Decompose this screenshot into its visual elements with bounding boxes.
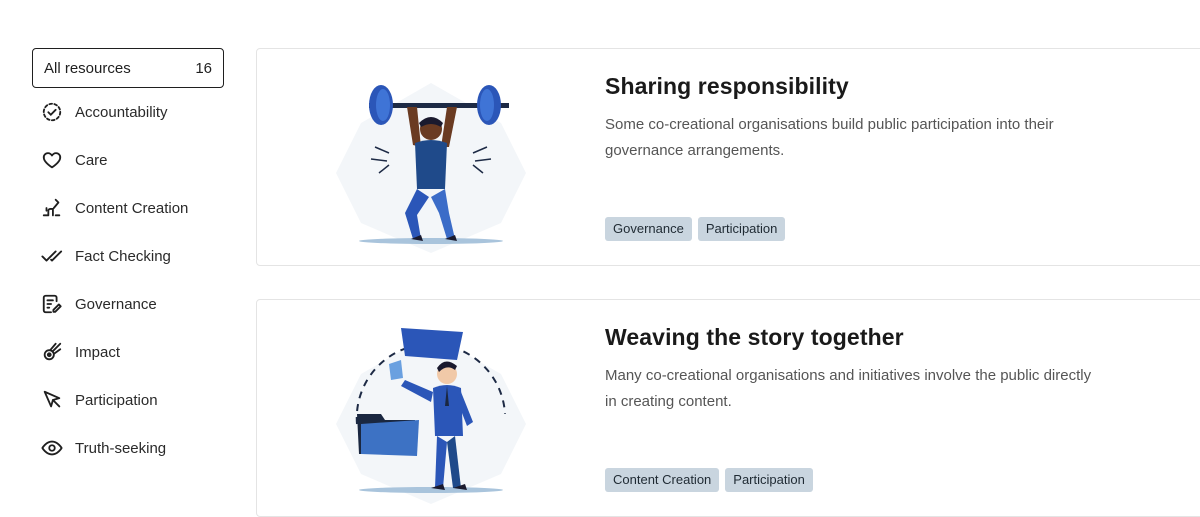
double-check-icon: [40, 244, 64, 268]
filter-all-label: All resources: [44, 59, 131, 77]
document-pen-icon: [40, 292, 64, 316]
weightlifter-illustration: [336, 83, 526, 253]
filter-item-participation[interactable]: Participation: [32, 376, 224, 424]
resource-filter-sidebar: All resources 16 Accountability Care Con…: [32, 48, 224, 472]
eye-icon: [40, 436, 64, 460]
filter-item-fact-checking[interactable]: Fact Checking: [32, 232, 224, 280]
tag-content-creation[interactable]: Content Creation: [605, 468, 720, 492]
filter-item-impact[interactable]: Impact: [32, 328, 224, 376]
filter-item-label: Impact: [75, 343, 121, 361]
filter-item-label: Fact Checking: [75, 247, 171, 265]
card-content: Weaving the story together Many co-creat…: [605, 324, 1165, 415]
cursor-arrow-icon: [40, 388, 64, 412]
filter-item-care[interactable]: Care: [32, 136, 224, 184]
filter-all-resources[interactable]: All resources 16: [32, 48, 224, 88]
filter-item-governance[interactable]: Governance: [32, 280, 224, 328]
filter-item-content-creation[interactable]: Content Creation: [32, 184, 224, 232]
filter-item-label: Accountability: [75, 103, 168, 121]
heart-icon: [40, 148, 64, 172]
filter-item-accountability[interactable]: Accountability: [32, 88, 224, 136]
filter-all-count: 16: [195, 59, 212, 77]
tag-participation[interactable]: Participation: [697, 217, 786, 241]
card-description: Many co-creational organisations and ini…: [605, 367, 1092, 410]
filter-item-label: Content Creation: [75, 199, 189, 217]
content-creator-illustration: [336, 328, 526, 504]
card-description: Some co-creational organisations build p…: [605, 116, 1054, 159]
filter-item-label: Participation: [75, 391, 158, 409]
dashed-check-circle-icon: [40, 100, 64, 124]
card-title[interactable]: Sharing responsibility: [605, 73, 1165, 100]
resource-card-sharing-responsibility[interactable]: Sharing responsibility Some co-creationa…: [256, 48, 1200, 266]
hand-pen-icon: [40, 196, 64, 220]
tag-participation[interactable]: Participation: [725, 468, 813, 492]
filter-item-label: Governance: [75, 295, 157, 313]
card-tags: Content Creation Participation: [605, 468, 813, 492]
card-title[interactable]: Weaving the story together: [605, 324, 1165, 351]
filter-item-label: Care: [75, 151, 108, 169]
filter-item-label: Truth-seeking: [75, 439, 167, 457]
comet-icon: [40, 340, 64, 364]
filter-item-truth-seeking[interactable]: Truth-seeking: [32, 424, 224, 472]
card-tags: Governance Participation: [605, 217, 786, 241]
tag-governance[interactable]: Governance: [605, 217, 692, 241]
resource-card-weaving-the-story-together[interactable]: Weaving the story together Many co-creat…: [256, 299, 1200, 517]
card-content: Sharing responsibility Some co-creationa…: [605, 73, 1165, 164]
